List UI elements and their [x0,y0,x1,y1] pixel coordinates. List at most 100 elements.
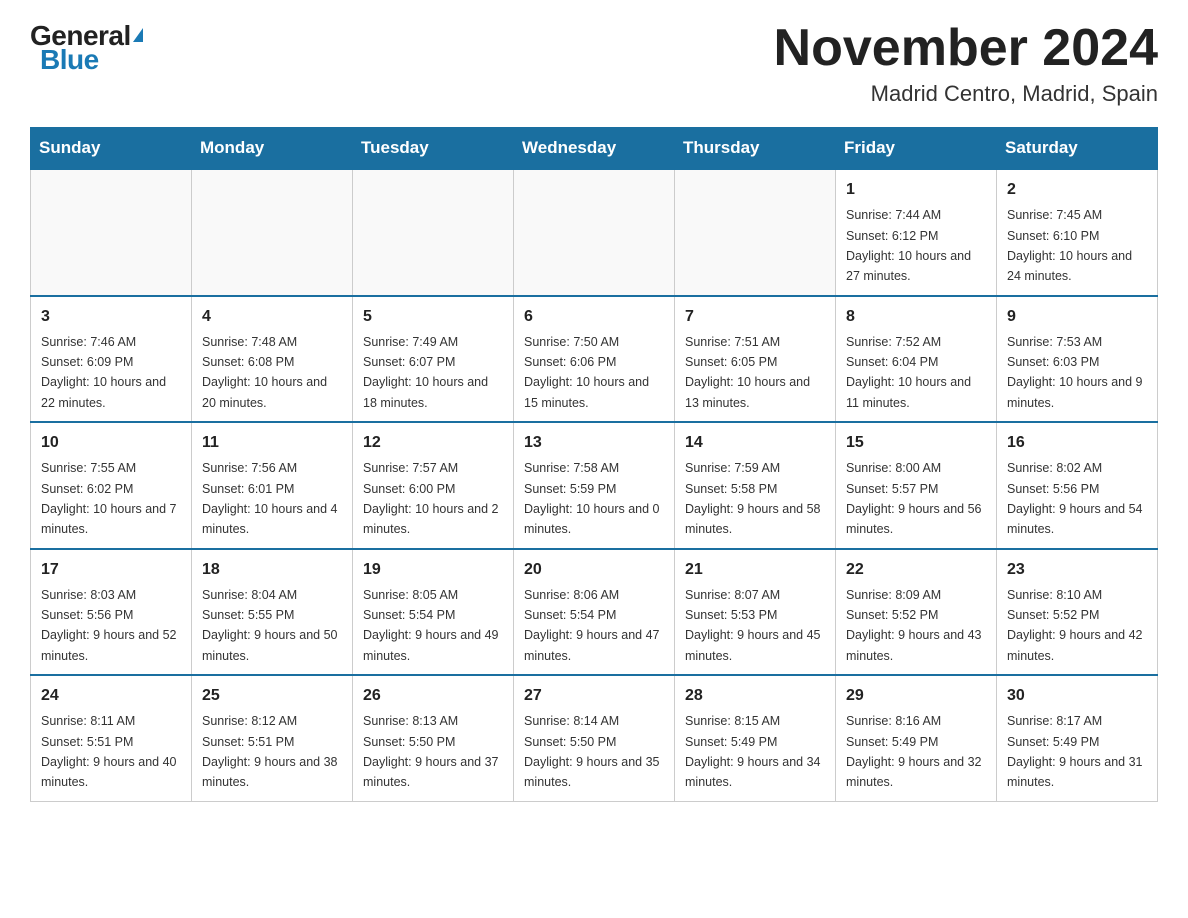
calendar-cell: 23Sunrise: 8:10 AM Sunset: 5:52 PM Dayli… [997,549,1158,676]
calendar-cell [353,169,514,296]
calendar-cell: 3Sunrise: 7:46 AM Sunset: 6:09 PM Daylig… [31,296,192,423]
page-header: General Blue November 2024 Madrid Centro… [30,20,1158,107]
logo-triangle-icon [133,28,143,42]
day-info: Sunrise: 8:15 AM Sunset: 5:49 PM Dayligh… [685,714,821,789]
day-number: 5 [363,305,503,329]
day-info: Sunrise: 7:53 AM Sunset: 6:03 PM Dayligh… [1007,335,1143,410]
day-number: 28 [685,684,825,708]
day-info: Sunrise: 8:00 AM Sunset: 5:57 PM Dayligh… [846,461,982,536]
day-info: Sunrise: 8:03 AM Sunset: 5:56 PM Dayligh… [41,588,177,663]
calendar-cell: 2 Sunrise: 7:45 AM Sunset: 6:10 PM Daylig… [997,169,1158,296]
logo-blue-text: Blue [30,44,99,76]
calendar-cell: 12 Sunrise: 7:57 AM Sunset: 6:00 PM Dayli… [353,422,514,549]
day-info: Sunrise: 8:13 AM Sunset: 5:50 PM Dayligh… [363,714,499,789]
day-info: Sunrise: 8:16 AM Sunset: 5:49 PM Dayligh… [846,714,982,789]
title-block: November 2024 Madrid Centro, Madrid, Spa… [774,20,1158,107]
day-number: 16 [1007,431,1147,455]
day-number: 15 [846,431,986,455]
day-number: 20 [524,558,664,582]
calendar-cell: 25 Sunrise: 8:12 AM Sunset: 5:51 PM Dayli… [192,675,353,801]
day-info: Sunrise: 8:07 AM Sunset: 5:53 PM Dayligh… [685,588,821,663]
day-number: 8 [846,305,986,329]
day-info: Sunrise: 7:50 AM Sunset: 6:06 PM Dayligh… [524,335,649,410]
day-info: Sunrise: 7:55 AM Sunset: 6:02 PM Dayligh… [41,461,177,536]
calendar-cell [31,169,192,296]
day-number: 2 [1007,178,1147,202]
day-info: Sunrise: 8:04 AM Sunset: 5:55 PM Dayligh… [202,588,338,663]
day-number: 21 [685,558,825,582]
calendar-cell: 24 Sunrise: 8:11 AM Sunset: 5:51 PM Dayli… [31,675,192,801]
calendar-cell: 13Sunrise: 7:58 AM Sunset: 5:59 PM Dayli… [514,422,675,549]
week-row-1: 1 Sunrise: 7:44 AM Sunset: 6:12 PM Daylig… [31,169,1158,296]
calendar-cell: 18 Sunrise: 8:04 AM Sunset: 5:55 PM Dayli… [192,549,353,676]
day-number: 17 [41,558,181,582]
day-info: Sunrise: 7:48 AM Sunset: 6:08 PM Dayligh… [202,335,327,410]
day-info: Sunrise: 8:09 AM Sunset: 5:52 PM Dayligh… [846,588,982,663]
day-number: 1 [846,178,986,202]
calendar-cell: 6 Sunrise: 7:50 AM Sunset: 6:06 PM Daylig… [514,296,675,423]
day-info: Sunrise: 8:02 AM Sunset: 5:56 PM Dayligh… [1007,461,1143,536]
day-number: 23 [1007,558,1147,582]
day-info: Sunrise: 8:12 AM Sunset: 5:51 PM Dayligh… [202,714,338,789]
calendar-table: SundayMondayTuesdayWednesdayThursdayFrid… [30,127,1158,802]
day-number: 10 [41,431,181,455]
day-header-wednesday: Wednesday [514,128,675,170]
day-info: Sunrise: 7:51 AM Sunset: 6:05 PM Dayligh… [685,335,810,410]
calendar-cell: 7 Sunrise: 7:51 AM Sunset: 6:05 PM Daylig… [675,296,836,423]
day-header-friday: Friday [836,128,997,170]
day-number: 9 [1007,305,1147,329]
day-header-thursday: Thursday [675,128,836,170]
calendar-cell: 8 Sunrise: 7:52 AM Sunset: 6:04 PM Daylig… [836,296,997,423]
logo: General Blue [30,20,143,76]
day-number: 7 [685,305,825,329]
calendar-cell: 14 Sunrise: 7:59 AM Sunset: 5:58 PM Dayli… [675,422,836,549]
day-number: 19 [363,558,503,582]
day-info: Sunrise: 7:52 AM Sunset: 6:04 PM Dayligh… [846,335,971,410]
day-number: 4 [202,305,342,329]
calendar-header-row: SundayMondayTuesdayWednesdayThursdayFrid… [31,128,1158,170]
day-info: Sunrise: 7:45 AM Sunset: 6:10 PM Dayligh… [1007,208,1132,283]
day-number: 30 [1007,684,1147,708]
day-number: 3 [41,305,181,329]
calendar-cell: 15 Sunrise: 8:00 AM Sunset: 5:57 PM Dayli… [836,422,997,549]
calendar-cell: 22Sunrise: 8:09 AM Sunset: 5:52 PM Dayli… [836,549,997,676]
calendar-cell [675,169,836,296]
day-number: 25 [202,684,342,708]
calendar-cell: 4 Sunrise: 7:48 AM Sunset: 6:08 PM Daylig… [192,296,353,423]
calendar-cell: 5 Sunrise: 7:49 AM Sunset: 6:07 PM Daylig… [353,296,514,423]
day-header-monday: Monday [192,128,353,170]
day-info: Sunrise: 7:56 AM Sunset: 6:01 PM Dayligh… [202,461,338,536]
day-info: Sunrise: 7:59 AM Sunset: 5:58 PM Dayligh… [685,461,821,536]
calendar-cell: 21 Sunrise: 8:07 AM Sunset: 5:53 PM Dayli… [675,549,836,676]
day-info: Sunrise: 8:14 AM Sunset: 5:50 PM Dayligh… [524,714,660,789]
calendar-cell: 20 Sunrise: 8:06 AM Sunset: 5:54 PM Dayli… [514,549,675,676]
day-number: 14 [685,431,825,455]
calendar-cell: 11 Sunrise: 7:56 AM Sunset: 6:01 PM Dayli… [192,422,353,549]
calendar-cell: 29Sunrise: 8:16 AM Sunset: 5:49 PM Dayli… [836,675,997,801]
day-info: Sunrise: 7:49 AM Sunset: 6:07 PM Dayligh… [363,335,488,410]
day-header-saturday: Saturday [997,128,1158,170]
week-row-3: 10 Sunrise: 7:55 AM Sunset: 6:02 PM Dayli… [31,422,1158,549]
week-row-5: 24 Sunrise: 8:11 AM Sunset: 5:51 PM Dayli… [31,675,1158,801]
calendar-cell: 10 Sunrise: 7:55 AM Sunset: 6:02 PM Dayli… [31,422,192,549]
day-info: Sunrise: 8:05 AM Sunset: 5:54 PM Dayligh… [363,588,499,663]
day-number: 11 [202,431,342,455]
day-info: Sunrise: 7:57 AM Sunset: 6:00 PM Dayligh… [363,461,499,536]
day-header-sunday: Sunday [31,128,192,170]
day-info: Sunrise: 8:11 AM Sunset: 5:51 PM Dayligh… [41,714,177,789]
calendar-cell: 19 Sunrise: 8:05 AM Sunset: 5:54 PM Dayli… [353,549,514,676]
day-header-tuesday: Tuesday [353,128,514,170]
calendar-cell: 26 Sunrise: 8:13 AM Sunset: 5:50 PM Dayli… [353,675,514,801]
day-number: 6 [524,305,664,329]
day-info: Sunrise: 8:17 AM Sunset: 5:49 PM Dayligh… [1007,714,1143,789]
day-number: 26 [363,684,503,708]
day-number: 24 [41,684,181,708]
calendar-cell [192,169,353,296]
day-number: 13 [524,431,664,455]
day-info: Sunrise: 8:06 AM Sunset: 5:54 PM Dayligh… [524,588,660,663]
calendar-cell [514,169,675,296]
calendar-cell: 1 Sunrise: 7:44 AM Sunset: 6:12 PM Daylig… [836,169,997,296]
day-number: 12 [363,431,503,455]
day-info: Sunrise: 7:44 AM Sunset: 6:12 PM Dayligh… [846,208,971,283]
day-number: 18 [202,558,342,582]
